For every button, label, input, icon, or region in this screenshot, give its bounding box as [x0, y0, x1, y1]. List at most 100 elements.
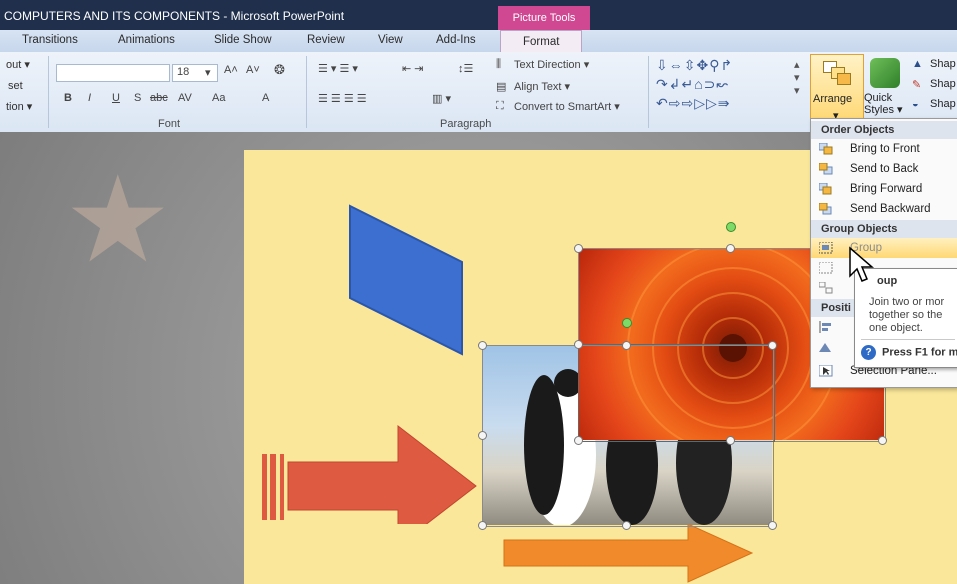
- font-size-value: 18: [177, 66, 190, 78]
- layout-button[interactable]: out ▾: [6, 58, 30, 71]
- window-title: COMPUTERS AND ITS COMPONENTS - Microsoft…: [4, 9, 345, 23]
- character-spacing-button[interactable]: AV: [178, 92, 192, 104]
- resize-handle[interactable]: [574, 436, 583, 445]
- reset-button[interactable]: set: [8, 80, 23, 92]
- tooltip-help-text: Press F1 for m: [882, 346, 957, 359]
- red-striped-arrow-shape[interactable]: [262, 424, 478, 524]
- quick-styles-icon[interactable]: [870, 58, 900, 88]
- ungroup-icon: [819, 282, 833, 294]
- menu-item-bring-forward[interactable]: Bring Forward: [811, 179, 957, 199]
- tooltip-divider: [861, 339, 955, 340]
- shape-effects-button[interactable]: Shap: [930, 98, 956, 110]
- indent-icon[interactable]: ⇤ ⇥: [402, 62, 424, 75]
- ribbon-separator: [306, 56, 307, 128]
- shapes-gallery[interactable]: ⇩⇔⇳✥⚲↱ ↷↲↵⌂⊃↜ ↶⇨⇨▷▷⇛: [656, 56, 804, 113]
- rotate-handle[interactable]: [622, 318, 632, 328]
- rotate-handle[interactable]: [726, 222, 736, 232]
- group-objects-header: Group Objects: [811, 220, 957, 238]
- font-size-box[interactable]: 18 ▾: [172, 64, 218, 82]
- picture-tools-contextual-tab: Picture Tools: [498, 6, 590, 30]
- shadow-button[interactable]: S: [134, 92, 141, 104]
- font-color-button[interactable]: A: [262, 92, 269, 104]
- bring-forward-icon: [819, 183, 832, 195]
- tab-add-ins[interactable]: Add-Ins: [436, 34, 476, 46]
- text-direction-button[interactable]: Text Direction ▾: [514, 58, 589, 71]
- tooltip-title: oup: [877, 275, 898, 287]
- align-icon: [819, 321, 831, 333]
- blue-parallelogram-shape[interactable]: [348, 204, 464, 356]
- shape-outline-button[interactable]: Shap: [930, 78, 956, 90]
- arrange-label: Arrange: [813, 93, 853, 105]
- shape-effects-icon: ◒: [912, 98, 919, 110]
- group-icon: [819, 242, 833, 254]
- tooltip-body-line: together so the: [869, 309, 943, 321]
- menu-item-send-backward[interactable]: Send Backward: [811, 199, 957, 219]
- grow-font-icon[interactable]: A˄: [224, 64, 238, 76]
- help-icon: ?: [861, 345, 876, 360]
- resize-handle[interactable]: [574, 244, 583, 253]
- shape-outline-icon: ✎: [912, 79, 922, 91]
- font-group-label: Font: [158, 118, 181, 130]
- resize-handle[interactable]: [768, 341, 777, 350]
- resize-handle[interactable]: [478, 341, 487, 350]
- chevron-down-icon[interactable]: ▾: [205, 66, 211, 79]
- columns-icon[interactable]: ▥ ▾: [432, 92, 451, 105]
- convert-smartart-button[interactable]: Convert to SmartArt ▾: [514, 100, 620, 113]
- shape-fill-button[interactable]: Shap: [930, 58, 956, 70]
- arrange-icon: [823, 61, 851, 85]
- line-spacing-icon[interactable]: ↕☰: [458, 62, 473, 75]
- resize-handle[interactable]: [622, 521, 631, 530]
- shrink-font-icon[interactable]: A˅: [246, 64, 260, 76]
- clear-formatting-icon[interactable]: ❂: [274, 62, 285, 78]
- title-bar: COMPUTERS AND ITS COMPONENTS - Microsoft…: [0, 0, 957, 30]
- tooltip-help: ? Press F1 for m: [861, 345, 957, 360]
- tooltip-body: Join two or mor together so the one obje…: [869, 296, 957, 335]
- font-name-box[interactable]: [56, 64, 170, 82]
- tab-review[interactable]: Review: [307, 34, 345, 46]
- italic-button[interactable]: I: [88, 92, 91, 104]
- tab-animations[interactable]: Animations: [118, 34, 175, 46]
- ribbon-tab-row: Transitions Animations Slide Show Review…: [0, 30, 957, 53]
- menu-item-bring-to-front[interactable]: Bring to Front: [811, 139, 957, 159]
- tab-view[interactable]: View: [378, 34, 403, 46]
- resize-handle[interactable]: [768, 521, 777, 530]
- tab-slide-show[interactable]: Slide Show: [214, 34, 272, 46]
- quick-styles-button[interactable]: Quick Styles ▾: [864, 92, 904, 116]
- ribbon-separator: [648, 56, 649, 128]
- menu-item-send-to-back[interactable]: Send to Back: [811, 159, 957, 179]
- tooltip-body-line: one object.: [869, 322, 923, 334]
- resize-handle[interactable]: [574, 340, 583, 349]
- resize-handle[interactable]: [726, 436, 735, 445]
- smartart-icon: ⛶: [496, 100, 504, 112]
- menu-item-group[interactable]: Group: [811, 238, 957, 258]
- underline-button[interactable]: U: [112, 92, 120, 104]
- tooltip-body-line: Join two or mor: [869, 296, 945, 308]
- tab-format[interactable]: Format: [500, 30, 583, 53]
- send-backward-icon: [819, 203, 832, 215]
- align-icons[interactable]: ☰ ☰ ☰ ☰: [318, 92, 367, 105]
- resize-handle[interactable]: [478, 431, 487, 440]
- strikethrough-button[interactable]: abc: [150, 92, 168, 104]
- rotate-icon: [819, 343, 831, 352]
- bold-button[interactable]: B: [64, 92, 72, 104]
- send-to-back-icon: [819, 163, 833, 175]
- change-case-button[interactable]: Aa: [212, 92, 225, 104]
- bring-to-front-icon: [819, 143, 833, 155]
- order-objects-header: Order Objects: [811, 121, 957, 139]
- paragraph-group-label: Paragraph: [440, 118, 492, 130]
- watermark-star: ★: [64, 153, 172, 287]
- orange-arrow-shape[interactable]: [502, 522, 754, 584]
- mouse-pointer-icon: [849, 246, 875, 282]
- group-selection-border: [578, 344, 775, 442]
- resize-handle[interactable]: [878, 436, 887, 445]
- resize-handle[interactable]: [622, 341, 631, 350]
- ribbon-separator: [48, 56, 49, 128]
- text-direction-icon: ⫼: [496, 58, 502, 70]
- resize-handle[interactable]: [726, 244, 735, 253]
- resize-handle[interactable]: [478, 521, 487, 530]
- bullets-icon[interactable]: ☰ ▾ ☰ ▾: [318, 62, 358, 75]
- gallery-scroll-icon[interactable]: ▴ ▾ ▾: [794, 58, 800, 97]
- tab-transitions[interactable]: Transitions: [22, 34, 78, 46]
- align-text-button[interactable]: Align Text ▾: [514, 80, 570, 93]
- section-button[interactable]: tion ▾: [6, 100, 32, 113]
